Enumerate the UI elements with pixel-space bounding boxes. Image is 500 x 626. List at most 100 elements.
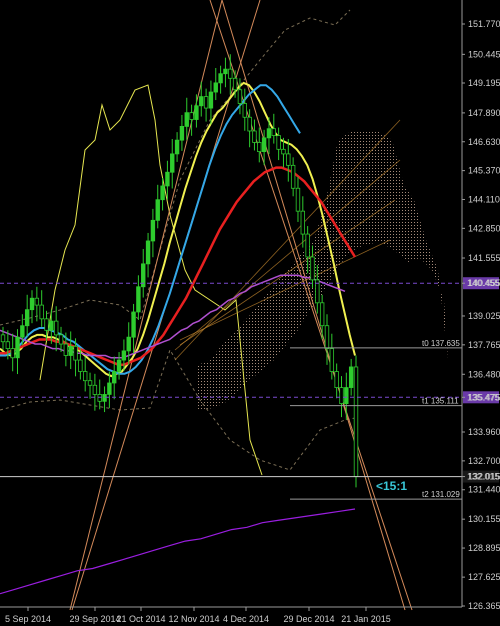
x-tick-label: 29 Sep 2014 — [69, 614, 120, 624]
candle-body — [247, 116, 252, 132]
candle-body — [218, 73, 223, 84]
candle-body — [49, 320, 54, 331]
y-tick-label: 142.850 — [468, 223, 500, 233]
candle-body — [237, 89, 243, 104]
candle-body — [324, 325, 330, 350]
candle-body — [286, 153, 291, 166]
candle-body — [136, 286, 141, 313]
candle-body — [242, 103, 247, 118]
candle-body — [179, 126, 185, 141]
candle-body — [339, 387, 344, 405]
candle-body — [353, 366, 359, 477]
y-tick-label: 130.155 — [468, 514, 500, 524]
candle-body — [348, 366, 354, 388]
y-tick-label: 149.195 — [468, 78, 500, 88]
candle-body — [87, 380, 93, 386]
candle-body — [112, 371, 117, 384]
candle-body — [189, 112, 194, 120]
y-tick-label: 136.480 — [468, 369, 500, 379]
candle-body — [116, 359, 122, 372]
candle-body — [329, 348, 335, 372]
candle-body — [257, 142, 262, 153]
candle-body — [199, 96, 204, 107]
candle-body — [170, 153, 175, 173]
y-tick-label: 128.895 — [468, 543, 500, 553]
candle-body — [126, 336, 131, 352]
y-tick-label: 133.960 — [468, 427, 500, 437]
candle-body — [271, 128, 276, 136]
y-tick-label: 150.445 — [468, 49, 500, 59]
candle-body — [15, 336, 20, 359]
y-tick-label: 144.110 — [468, 194, 500, 204]
y-tick-label: 126.365 — [468, 601, 500, 611]
candle-body — [300, 210, 306, 235]
candle-body — [5, 341, 11, 350]
candle-body — [194, 105, 199, 120]
candle-body — [150, 219, 156, 242]
candle-body — [213, 82, 218, 93]
y-tick-label: 151.770 — [468, 19, 500, 29]
candle-body — [252, 130, 257, 143]
candle-body — [203, 96, 209, 109]
y-tick-label: 147.890 — [468, 108, 500, 118]
candle-body — [39, 304, 44, 320]
y-tick-label: 137.765 — [468, 340, 500, 350]
candle-body — [232, 77, 238, 91]
x-tick-label: 12 Nov 2014 — [168, 614, 219, 624]
candle-body — [20, 325, 25, 338]
candle-body — [276, 135, 281, 150]
candle-body — [102, 394, 107, 402]
candle-body — [174, 139, 180, 155]
target-label: t0 137.635 — [422, 339, 460, 348]
price-chart[interactable]: 140.455 135.475 132.015 t0 137.635 t1 135.11… — [0, 0, 500, 626]
candle-body — [10, 348, 15, 359]
candle-body — [228, 68, 233, 79]
candle-body — [63, 343, 69, 356]
candle-body — [44, 318, 49, 331]
candle-body — [319, 302, 325, 327]
y-tick-label: 140.455 — [468, 278, 500, 288]
y-tick-label: 145.370 — [468, 166, 500, 176]
x-tick-label: 21 Oct 2014 — [116, 614, 165, 624]
target-label: t1 135.111 — [422, 397, 459, 406]
candle-body — [78, 359, 83, 372]
candle-body — [155, 199, 160, 221]
y-tick-label: 131.440 — [468, 485, 500, 495]
candle-body — [83, 371, 88, 382]
candle-body — [68, 345, 73, 356]
candle-body — [160, 185, 165, 201]
candle-body — [295, 187, 301, 212]
candle-body — [24, 309, 30, 327]
candle-body — [0, 334, 6, 343]
x-tick-label: 21 Jan 2015 — [341, 614, 391, 624]
candle-body — [34, 297, 40, 306]
candle-body — [121, 350, 127, 361]
candle-body — [53, 320, 59, 336]
candle-body — [261, 137, 267, 153]
candle-body — [305, 233, 310, 258]
candle-body — [107, 382, 112, 395]
ratio-annotation: <15:1 — [376, 479, 407, 493]
y-tick-label: 132.700 — [468, 456, 500, 466]
y-tick-label: 146.630 — [468, 137, 500, 147]
candle-body — [290, 164, 296, 189]
candle-body — [145, 240, 151, 265]
candle-body — [29, 297, 35, 311]
candle-body — [344, 387, 349, 405]
x-tick-label: 5 Sep 2014 — [5, 614, 51, 624]
y-tick-label: 141.555 — [468, 253, 500, 263]
x-tick-label: 4 Dec 2014 — [223, 614, 269, 624]
candle-body — [131, 311, 136, 338]
candle-body — [92, 384, 98, 395]
candle-body — [281, 148, 286, 155]
candle-body — [58, 334, 64, 345]
candle-body — [97, 394, 102, 402]
y-tick-label: 139.025 — [468, 311, 500, 321]
candle-body — [208, 91, 214, 109]
y-tick-label: 135.475 — [468, 392, 500, 402]
candle-body — [165, 171, 170, 187]
candle-body — [334, 371, 339, 388]
candle-body — [223, 68, 228, 75]
candle-body — [73, 345, 78, 361]
x-tick-label: 29 Dec 2014 — [283, 614, 334, 624]
